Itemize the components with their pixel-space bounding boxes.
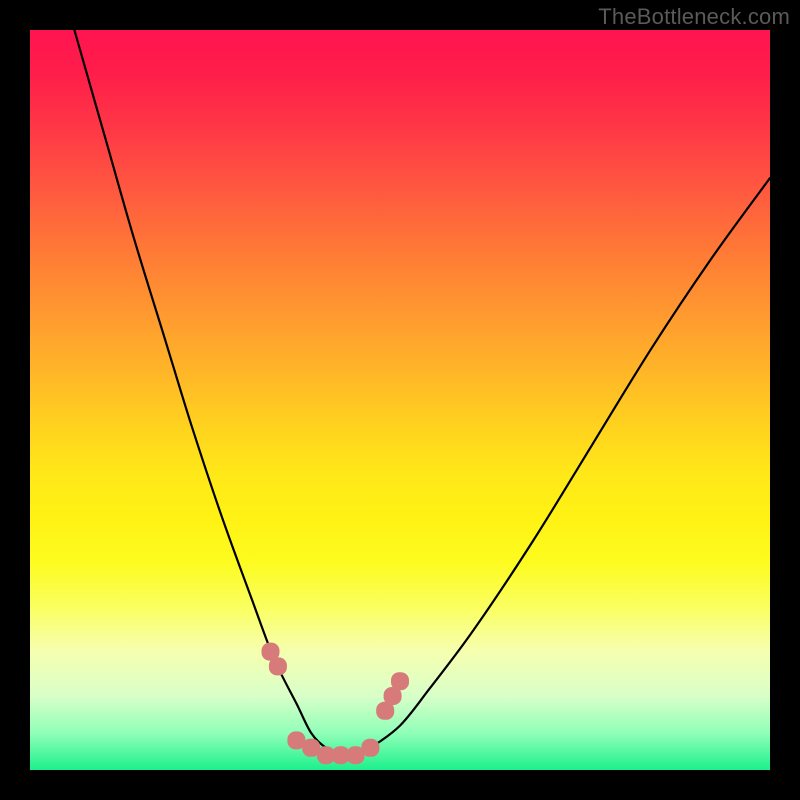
chart-frame: TheBottleneck.com: [0, 0, 800, 800]
marker-bead: [361, 739, 379, 757]
watermark-text: TheBottleneck.com: [598, 4, 790, 30]
marker-bead: [269, 657, 287, 675]
plot-area: [30, 30, 770, 770]
marker-beads: [262, 643, 410, 765]
marker-bead: [391, 672, 409, 690]
curve-layer: [30, 30, 770, 770]
bottleneck-curve: [74, 30, 770, 756]
